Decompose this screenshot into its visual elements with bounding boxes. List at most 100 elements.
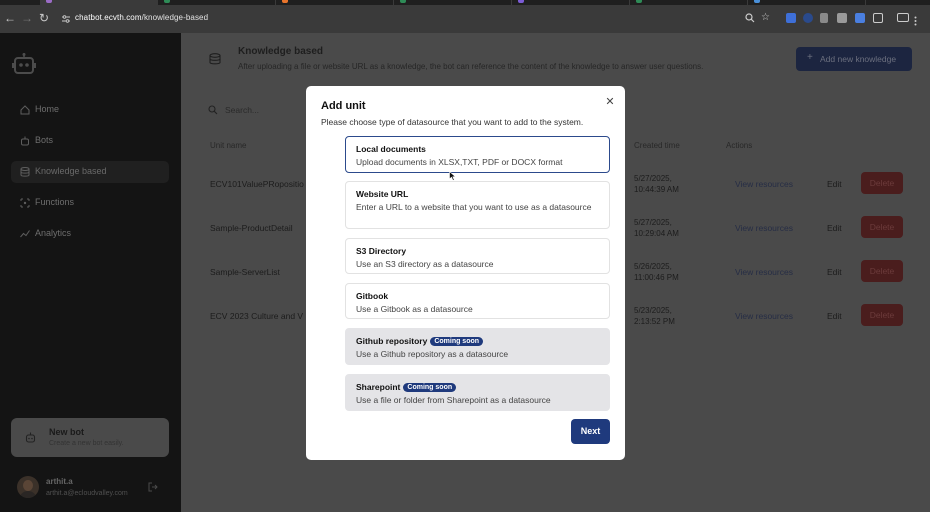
option-description: Use a Github repository as a datasource bbox=[356, 349, 509, 359]
next-button[interactable]: Next bbox=[571, 419, 610, 444]
user-email: arthit.a@ecloudvalley.com bbox=[46, 490, 128, 497]
zoom-icon[interactable] bbox=[745, 13, 755, 23]
address-bar[interactable]: chatbot.ecvth.com/knowledge-based bbox=[75, 13, 208, 22]
new-bot-button[interactable]: New bot Create a new bot easily. bbox=[11, 418, 169, 457]
search-input[interactable]: Search... bbox=[225, 105, 259, 115]
table-row-created: 5/27/2025, 10:44:39 AM bbox=[634, 174, 679, 194]
tab-favicon-icon bbox=[754, 0, 760, 3]
reload-icon[interactable]: ↻ bbox=[36, 10, 52, 26]
browser-toolbar: ← → ↻ chatbot.ecvth.com/knowledge-based … bbox=[0, 5, 930, 33]
option-description: Use a Gitbook as a datasource bbox=[356, 304, 473, 314]
column-header-created-time: Created time bbox=[634, 141, 680, 150]
sidebar-item-label: Functions bbox=[35, 197, 75, 207]
datasource-option-sharepoint: Sharepoint Coming soon Use a file or fold… bbox=[345, 374, 610, 411]
extension-icon[interactable] bbox=[803, 13, 813, 23]
table-row-created: 5/23/2025, 2:13:52 PM bbox=[634, 306, 675, 326]
table-row-created: 5/26/2025, 11:00:46 PM bbox=[634, 262, 679, 282]
home-icon bbox=[20, 105, 30, 115]
view-resources-link[interactable]: View resources bbox=[735, 179, 793, 189]
delete-button[interactable]: Delete bbox=[861, 304, 903, 326]
extension-icon[interactable] bbox=[837, 13, 847, 23]
sidebar-item-knowledge-based[interactable]: Knowledge based bbox=[11, 161, 169, 183]
delete-button[interactable]: Delete bbox=[861, 216, 903, 238]
analytics-icon bbox=[20, 230, 30, 238]
edit-button[interactable]: Edit bbox=[827, 311, 842, 321]
view-resources-link[interactable]: View resources bbox=[735, 267, 793, 277]
option-title: Sharepoint Coming soon bbox=[356, 382, 457, 392]
plus-icon: + bbox=[807, 52, 813, 63]
table-row-name[interactable]: ECV 2023 Culture and V bbox=[210, 311, 303, 321]
option-title: Local documents bbox=[356, 144, 426, 154]
sidebar-item-home[interactable]: Home bbox=[11, 99, 169, 121]
side-panel-icon[interactable] bbox=[897, 13, 909, 22]
edit-button[interactable]: Edit bbox=[827, 223, 842, 233]
new-bot-title: New bot bbox=[49, 427, 84, 437]
datasource-option-gitbook[interactable]: Gitbook Use a Gitbook as a datasource bbox=[345, 283, 610, 319]
sidebar-item-label: Home bbox=[35, 104, 60, 114]
sidebar-item-analytics[interactable]: Analytics bbox=[11, 223, 169, 245]
sidebar: Home Bots Knowledge based Functions Anal… bbox=[0, 33, 181, 512]
sidebar-item-label: Knowledge based bbox=[35, 166, 107, 176]
extension-icon[interactable] bbox=[820, 13, 828, 23]
bot-icon bbox=[21, 136, 29, 146]
edit-button[interactable]: Edit bbox=[827, 179, 842, 189]
delete-button[interactable]: Delete bbox=[861, 172, 903, 194]
tab-favicon-icon bbox=[282, 0, 288, 3]
dialog-title: Add unit bbox=[321, 100, 366, 112]
coming-soon-badge: Coming soon bbox=[430, 337, 484, 346]
sidebar-item-bots[interactable]: Bots bbox=[11, 130, 169, 152]
tab-favicon-icon bbox=[46, 0, 52, 3]
url-path: /knowledge-based bbox=[141, 13, 209, 22]
logout-icon[interactable] bbox=[148, 482, 158, 492]
mouse-cursor-icon bbox=[449, 171, 457, 181]
option-description: Use a file or folder from Sharepoint as … bbox=[356, 395, 551, 405]
table-row-created: 5/27/2025, 10:29:04 AM bbox=[634, 218, 679, 238]
table-row-name[interactable]: Sample-ServerList bbox=[210, 267, 280, 277]
option-title: S3 Directory bbox=[356, 246, 407, 256]
database-icon bbox=[20, 167, 30, 177]
column-header-unit-name: Unit name bbox=[210, 141, 247, 150]
option-title: Gitbook bbox=[356, 291, 389, 301]
extension-icon[interactable] bbox=[786, 13, 796, 23]
browser-menu-icon[interactable] bbox=[914, 13, 917, 26]
table-row-name[interactable]: ECV101ValuePRopositio bbox=[210, 179, 304, 189]
datasource-option-local-documents[interactable]: Local documents Upload documents in XLSX… bbox=[345, 136, 610, 173]
column-header-actions: Actions bbox=[726, 141, 753, 150]
url-host: chatbot.ecvth.com bbox=[75, 13, 142, 22]
view-resources-link[interactable]: View resources bbox=[735, 223, 793, 233]
coming-soon-badge: Coming soon bbox=[403, 383, 457, 392]
edit-button[interactable]: Edit bbox=[827, 267, 842, 277]
extensions-puzzle-icon[interactable] bbox=[873, 13, 883, 23]
table-row-name[interactable]: Sample-ProductDetail bbox=[210, 223, 293, 233]
datasource-option-s3-directory[interactable]: S3 Directory Use an S3 directory as a da… bbox=[345, 238, 610, 274]
view-resources-link[interactable]: View resources bbox=[735, 311, 793, 321]
function-icon bbox=[20, 198, 30, 208]
add-new-knowledge-label: Add new knowledge bbox=[820, 54, 897, 64]
bot-icon bbox=[25, 432, 36, 443]
add-new-knowledge-button[interactable]: + Add new knowledge bbox=[796, 47, 912, 71]
search-icon bbox=[208, 105, 218, 115]
dialog-subtitle: Please choose type of datasource that yo… bbox=[321, 117, 584, 127]
sidebar-item-label: Analytics bbox=[35, 228, 72, 238]
add-unit-dialog: Add unit Please choose type of datasourc… bbox=[306, 86, 625, 460]
sidebar-item-functions[interactable]: Functions bbox=[11, 192, 169, 214]
page-description: After uploading a file or website URL as… bbox=[238, 62, 704, 71]
datasource-option-website-url[interactable]: Website URL Enter a URL to a website tha… bbox=[345, 181, 610, 229]
sidebar-item-label: Bots bbox=[35, 135, 54, 145]
close-icon[interactable]: ✕ bbox=[604, 96, 616, 108]
back-arrow-icon[interactable]: ← bbox=[2, 10, 18, 26]
forward-arrow-icon[interactable]: → bbox=[19, 10, 35, 26]
site-settings-icon[interactable] bbox=[62, 15, 70, 23]
extension-icon[interactable] bbox=[855, 13, 865, 23]
database-icon bbox=[209, 53, 221, 65]
bot-logo-icon[interactable] bbox=[12, 53, 36, 75]
bookmark-star-icon[interactable]: ☆ bbox=[761, 13, 771, 23]
new-bot-subtitle: Create a new bot easily. bbox=[49, 440, 124, 447]
avatar[interactable] bbox=[17, 476, 39, 498]
option-title: Github repository Coming soon bbox=[356, 336, 484, 346]
datasource-option-github-repository: Github repository Coming soon Use a Githu… bbox=[345, 328, 610, 365]
tab-favicon-icon bbox=[636, 0, 642, 3]
delete-button[interactable]: Delete bbox=[861, 260, 903, 282]
tab-favicon-icon bbox=[400, 0, 406, 3]
tab-favicon-icon bbox=[164, 0, 170, 3]
